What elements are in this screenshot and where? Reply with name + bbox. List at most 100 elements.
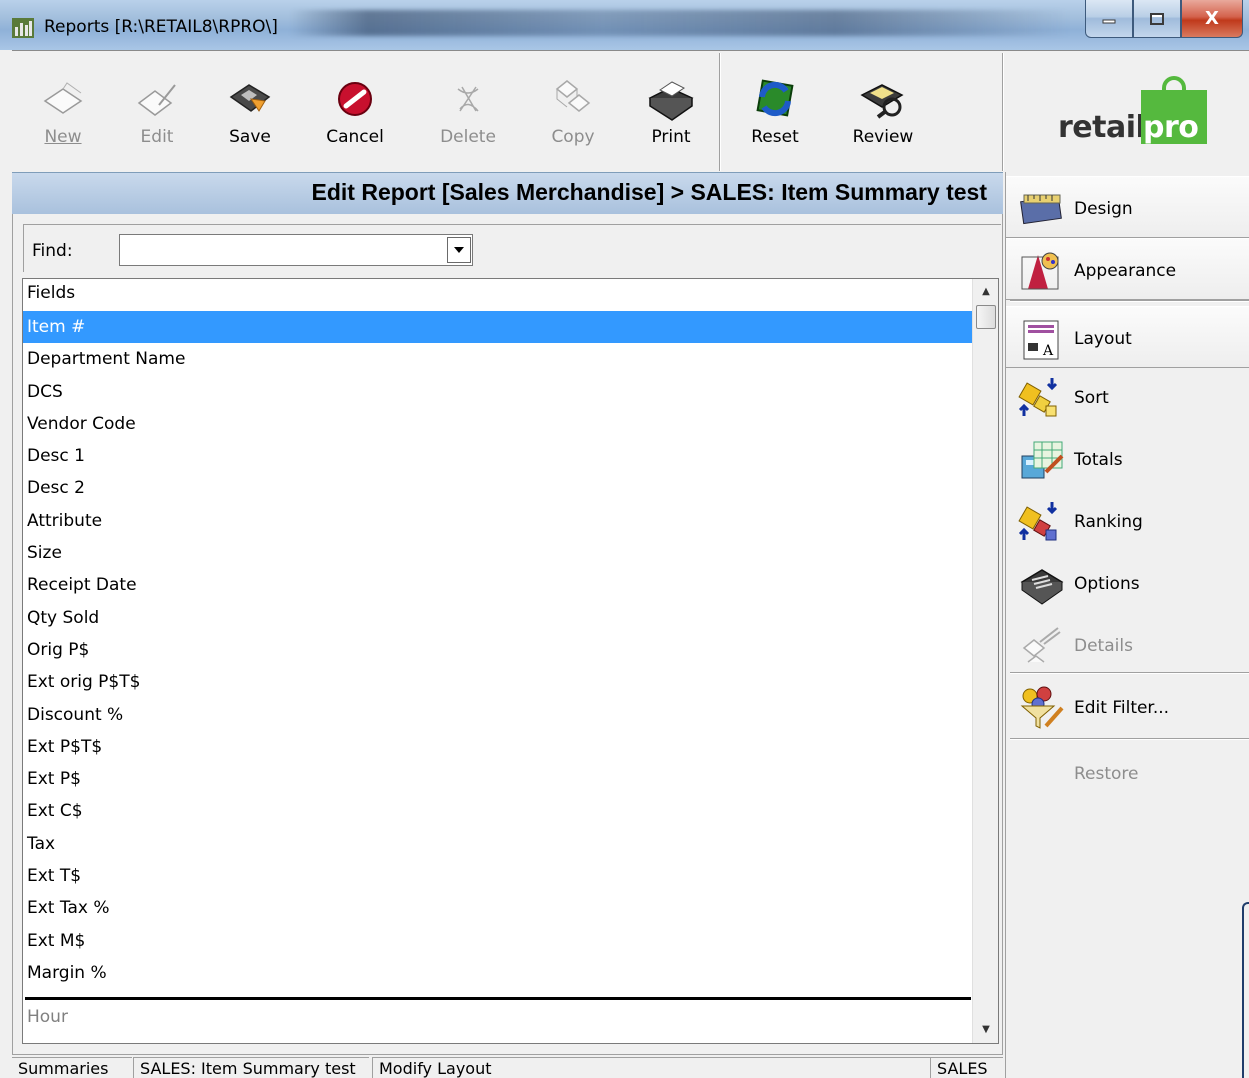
nav-design[interactable]: Design	[1006, 176, 1249, 238]
new-label: New	[44, 127, 82, 147]
print-icon	[648, 81, 694, 121]
nav-sort[interactable]: Sort	[1006, 366, 1249, 428]
page-header: Edit Report [Sales Merchandise] > SALES:…	[12, 172, 1003, 214]
list-item[interactable]: Attribute	[23, 505, 973, 537]
save-label: Save	[229, 127, 271, 147]
review-icon	[860, 84, 904, 119]
fields-rows: Item # Department Name DCS Vendor Code Desc …	[23, 311, 973, 989]
list-item[interactable]: Margin %	[23, 957, 973, 989]
list-item[interactable]: Orig P$	[23, 634, 973, 666]
logo-text-retail: retail	[1058, 110, 1146, 145]
available-field-row[interactable]: Hour	[23, 1007, 971, 1035]
status-section: Summaries	[12, 1057, 132, 1078]
nav-totals[interactable]: Totals	[1006, 428, 1249, 490]
cancel-icon	[338, 82, 372, 116]
list-item[interactable]: Vendor Code	[23, 408, 973, 440]
window-title: Reports [R:\RETAIL8\RPRO\]	[44, 17, 278, 37]
reset-button[interactable]: Reset	[750, 51, 800, 171]
minimize-icon	[1102, 19, 1116, 23]
maximize-button[interactable]	[1133, 0, 1181, 38]
close-icon: X	[1205, 8, 1219, 29]
list-item[interactable]: Desc 2	[23, 472, 973, 504]
toolbar-separator	[719, 53, 721, 171]
toolbar-separator	[1002, 53, 1004, 171]
delete-label: Delete	[440, 127, 496, 147]
list-item[interactable]: Discount %	[23, 699, 973, 731]
list-item[interactable]: Ext Tax %	[23, 892, 973, 924]
window-controls: X	[1085, 0, 1243, 40]
status-mode: Modify Layout	[372, 1057, 932, 1078]
scroll-down-icon[interactable]: ▼	[973, 1019, 999, 1041]
list-item[interactable]: Ext P$	[23, 763, 973, 795]
review-label: Review	[852, 127, 914, 147]
fields-list[interactable]: Fields Item # Department Name DCS Vendor Co…	[22, 278, 999, 1044]
cancel-label: Cancel	[326, 127, 384, 147]
nav-layout[interactable]: A Layout	[1006, 306, 1249, 368]
layout-icon: A	[1023, 320, 1059, 360]
nav-separator	[1010, 300, 1249, 302]
save-icon	[229, 84, 271, 112]
svg-text:A: A	[1042, 343, 1054, 359]
right-edge-decoration	[1242, 902, 1249, 1078]
nav-separator	[1010, 672, 1249, 674]
find-label: Find:	[32, 241, 73, 261]
minimize-button[interactable]	[1085, 0, 1133, 38]
save-button[interactable]: Save	[222, 51, 278, 171]
nav-ranking-label: Ranking	[1074, 512, 1143, 532]
appearance-icon	[1021, 252, 1059, 290]
sort-icon	[1018, 378, 1058, 417]
status-report: SALES: Item Summary test	[133, 1057, 369, 1078]
find-dropdown-button[interactable]	[447, 237, 471, 263]
list-item[interactable]: Department Name	[23, 343, 973, 375]
scroll-thumb[interactable]	[976, 305, 996, 329]
nav-design-label: Design	[1074, 199, 1133, 219]
find-input[interactable]	[119, 234, 473, 266]
close-button[interactable]: X	[1181, 0, 1243, 38]
copy-button[interactable]: Copy	[547, 51, 599, 171]
vertical-scrollbar[interactable]: ▲ ▼	[972, 279, 998, 1043]
list-item[interactable]: Tax	[23, 828, 973, 860]
list-item[interactable]: DCS	[23, 376, 973, 408]
list-item[interactable]: Ext P$T$	[23, 731, 973, 763]
nav-totals-label: Totals	[1074, 450, 1123, 470]
title-bar-blur	[290, 10, 1070, 36]
reset-icon	[756, 79, 794, 117]
print-button[interactable]: Print	[644, 51, 698, 171]
nav-separator	[1010, 738, 1249, 740]
review-button[interactable]: Review	[852, 51, 914, 171]
copy-label: Copy	[551, 127, 595, 147]
print-label: Print	[651, 127, 691, 147]
cancel-button[interactable]: Cancel	[324, 51, 386, 171]
nav-appearance-label: Appearance	[1074, 261, 1177, 281]
new-button[interactable]: New	[34, 51, 92, 171]
nav-options[interactable]: Options	[1006, 552, 1249, 614]
list-item[interactable]: Desc 1	[23, 440, 973, 472]
edit-button[interactable]: Edit	[130, 51, 184, 171]
fields-column-header: Fields	[23, 279, 973, 311]
list-item[interactable]: Ext C$	[23, 795, 973, 827]
edit-icon	[137, 84, 176, 116]
scroll-up-icon[interactable]: ▲	[973, 281, 999, 303]
delete-button[interactable]: Delete	[437, 51, 499, 171]
list-item[interactable]: Size	[23, 537, 973, 569]
list-item[interactable]: Receipt Date	[23, 569, 973, 601]
nav-ranking[interactable]: Ranking	[1006, 490, 1249, 552]
chevron-down-icon	[454, 247, 464, 253]
list-divider	[25, 997, 971, 1000]
nav-edit-filter[interactable]: Edit Filter...	[1006, 676, 1249, 738]
list-item[interactable]: Ext T$	[23, 860, 973, 892]
nav-details[interactable]: Details	[1006, 614, 1249, 676]
page-title: Edit Report [Sales Merchandise] > SALES:…	[311, 179, 988, 205]
nav-details-label: Details	[1074, 636, 1133, 656]
nav-appearance[interactable]: Appearance	[1006, 238, 1249, 300]
status-bar: Summaries SALES: Item Summary test Modif…	[12, 1054, 1003, 1078]
list-item[interactable]: Qty Sold	[23, 602, 973, 634]
list-item[interactable]: Ext orig P$T$	[23, 666, 973, 698]
list-item[interactable]: Ext M$	[23, 925, 973, 957]
list-item[interactable]: Item #	[23, 311, 973, 344]
restore-button[interactable]: Restore	[1074, 764, 1139, 784]
design-icon	[1020, 194, 1062, 225]
filter-icon	[1020, 686, 1064, 729]
reset-label: Reset	[751, 127, 799, 147]
nav-edit-filter-label: Edit Filter...	[1074, 698, 1170, 718]
